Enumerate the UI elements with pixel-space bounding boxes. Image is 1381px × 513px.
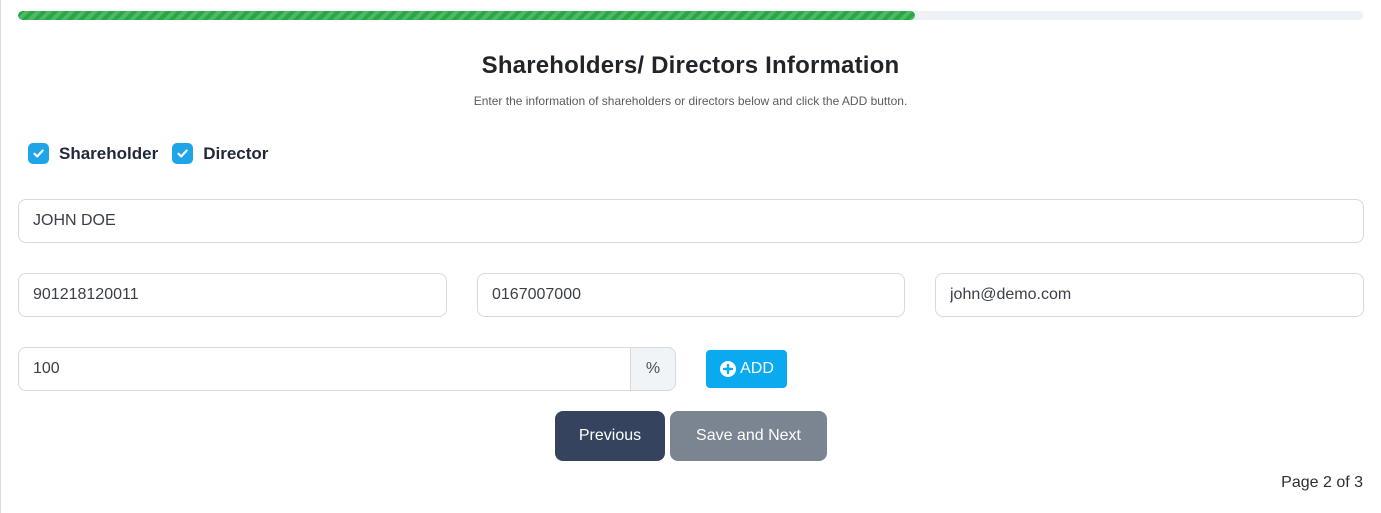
- percent-addon: %: [630, 347, 676, 391]
- check-icon[interactable]: [172, 143, 194, 164]
- shareholder-checkbox[interactable]: Shareholder: [28, 143, 158, 164]
- save-and-next-button[interactable]: Save and Next: [670, 411, 827, 461]
- role-checkboxes: Shareholder Director: [28, 143, 282, 164]
- email-input[interactable]: [935, 273, 1364, 317]
- director-checkbox[interactable]: Director: [172, 143, 268, 164]
- previous-button[interactable]: Previous: [555, 411, 665, 461]
- share-percent-input[interactable]: [18, 347, 630, 391]
- phone-input[interactable]: [477, 273, 905, 317]
- add-button-label: ADD: [740, 360, 774, 377]
- page-title: Shareholders/ Directors Information: [481, 52, 900, 79]
- name-input[interactable]: [18, 199, 1364, 243]
- page-indicator: Page 2 of 3: [1281, 474, 1363, 491]
- plus-circle-icon: [719, 360, 737, 378]
- director-label: Director: [203, 143, 269, 163]
- check-icon[interactable]: [28, 143, 49, 164]
- progress-bar: [18, 11, 1363, 20]
- add-button[interactable]: ADD: [706, 350, 787, 388]
- page-subtitle: Enter the information of shareholders or…: [473, 94, 908, 108]
- share-percent-group: %: [18, 347, 676, 391]
- progress-bar-fill: [18, 11, 916, 20]
- shareholder-label: Shareholder: [59, 143, 159, 163]
- ic-number-input[interactable]: [18, 273, 447, 317]
